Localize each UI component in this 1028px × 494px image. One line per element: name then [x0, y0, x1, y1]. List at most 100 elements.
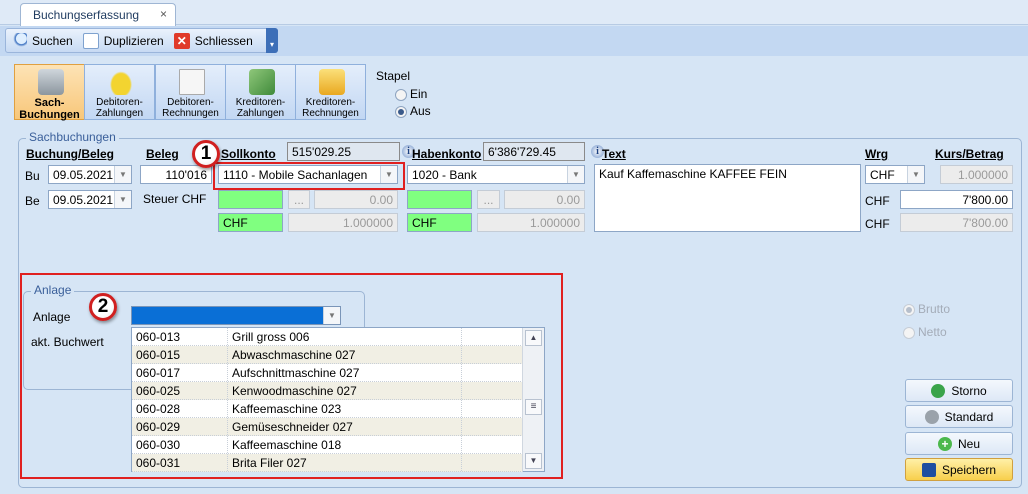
module-label: Buchungen: [19, 109, 80, 121]
radio-icon: [903, 326, 915, 339]
waehrung-value: CHF: [870, 168, 895, 182]
coins-icon: [108, 69, 134, 95]
radio-icon: [395, 105, 407, 118]
habenkonto-value: 1020 - Bank: [412, 168, 477, 182]
chevron-down-icon[interactable]: ▼: [567, 166, 584, 183]
module-label: Debitoren-: [96, 97, 143, 108]
close-tab-icon[interactable]: ×: [160, 7, 167, 21]
habenkonto-saldo: 6'386'729.45: [483, 142, 585, 161]
waehrung-combo[interactable]: CHF ▼: [865, 165, 925, 184]
module-debitoren-rechnungen[interactable]: Debitoren- Rechnungen: [155, 64, 226, 120]
soll-currency-field: CHF: [218, 213, 283, 232]
module-label: Kreditoren-: [235, 97, 286, 108]
undo-icon: [931, 383, 946, 398]
sachbuchungen-group-label: Sachbuchungen: [26, 130, 119, 144]
buchungstext-textarea[interactable]: Kauf Kaffemaschine KAFFEE FEIN: [594, 164, 861, 232]
stapel-aus-radio[interactable]: Aus: [395, 104, 431, 118]
radio-label: Ein: [410, 87, 428, 101]
search-label: Suchen: [32, 33, 73, 48]
header-habenkonto[interactable]: Habenkonto: [412, 147, 481, 161]
search-button[interactable]: Suchen: [11, 32, 73, 49]
soll-steuer-lookup-button[interactable]: ...: [288, 190, 310, 209]
duplicate-label: Duplizieren: [103, 33, 164, 48]
module-debitoren-zahlungen[interactable]: Debitoren- Zahlungen: [84, 64, 155, 120]
module-label: Rechnungen: [162, 108, 219, 119]
betrag-chf-field: 7'800.00: [900, 213, 1013, 232]
module-kreditoren-zahlungen[interactable]: Kreditoren- Zahlungen: [225, 64, 296, 120]
basket-icon: [319, 69, 345, 95]
highlight-box-1: [213, 162, 405, 190]
button-label: Standard: [944, 409, 994, 424]
betrag-field[interactable]: 7'800.00: [900, 190, 1013, 209]
betrag-chf-currency-label: CHF: [865, 217, 890, 231]
tab-label: Buchungserfassung: [33, 8, 140, 22]
date-value: 09.05.2021: [53, 193, 114, 207]
radio-icon: [395, 88, 407, 101]
chevron-down-icon[interactable]: ▼: [114, 191, 131, 208]
search-icon: [11, 32, 27, 49]
button-label: Storno: [951, 383, 987, 398]
header-beleg: Beleg: [146, 147, 179, 161]
copy-icon: [82, 32, 99, 49]
header-text: Text: [602, 147, 626, 161]
module-label: Rechnungen: [302, 108, 359, 119]
chevron-down-icon[interactable]: ▼: [907, 166, 924, 183]
brutto-radio: Brutto: [903, 302, 950, 316]
radio-label: Aus: [410, 104, 431, 118]
highlight-box-2: [20, 273, 563, 479]
soll-steuercode-field[interactable]: [218, 190, 283, 209]
chevron-down-icon[interactable]: ▼: [114, 166, 131, 183]
date-value: 09.05.2021: [53, 168, 114, 182]
tab-buchungserfassung[interactable]: Buchungserfassung ×: [20, 3, 176, 26]
habenkonto-combo[interactable]: 1020 - Bank ▼: [407, 165, 585, 184]
module-kreditoren-rechnungen[interactable]: Kreditoren- Rechnungen: [295, 64, 366, 120]
toolbar: Suchen Duplizieren ✕ Schliessen ▾: [5, 28, 278, 53]
toolbar-overflow-button[interactable]: ▾: [266, 28, 278, 53]
storno-button[interactable]: Storno: [905, 379, 1013, 402]
speichern-button[interactable]: Speichern: [905, 458, 1013, 481]
close-icon: ✕: [173, 32, 190, 49]
soll-steuer-field: 0.00: [314, 190, 398, 209]
netto-radio: Netto: [903, 325, 947, 339]
bu-label: Bu: [25, 169, 40, 183]
module-label: Zahlungen: [236, 108, 285, 119]
header-wrg: Wrg: [865, 147, 889, 161]
standard-button[interactable]: Standard: [905, 405, 1013, 428]
beleg-field[interactable]: 110'016: [140, 165, 212, 184]
module-label: Sach-: [34, 97, 65, 109]
buchungsdatum-field[interactable]: 09.05.2021 ▼: [48, 165, 132, 184]
sollkonto-saldo: 515'029.25: [287, 142, 400, 161]
close-label: Schliessen: [194, 33, 253, 48]
radio-icon: [903, 303, 915, 316]
module-sachbuchungen[interactable]: Sach- Buchungen: [14, 64, 85, 121]
haben-steuer-lookup-button[interactable]: ...: [477, 190, 500, 209]
header-buchung-beleg: Buchung/Beleg: [26, 147, 115, 161]
header-sollkonto[interactable]: Sollkonto: [221, 147, 276, 161]
button-label: Neu: [957, 436, 980, 451]
soll-rate-field: 1.000000: [288, 213, 398, 232]
betrag-currency-label: CHF: [865, 194, 890, 208]
stapel-ein-radio[interactable]: Ein: [395, 87, 427, 101]
duplicate-button[interactable]: Duplizieren: [82, 32, 164, 49]
belegdatum-field[interactable]: 09.05.2021 ▼: [48, 190, 132, 209]
stapel-label: Stapel: [376, 69, 411, 83]
be-label: Be: [25, 194, 40, 208]
haben-steuercode-field[interactable]: [407, 190, 472, 209]
neu-button[interactable]: + Neu: [905, 432, 1013, 455]
calculator-icon: [38, 69, 64, 95]
close-button[interactable]: ✕ Schliessen: [173, 32, 253, 49]
haben-steuer-field: 0.00: [504, 190, 585, 209]
haben-currency-field: CHF: [407, 213, 472, 232]
save-icon: [921, 462, 936, 477]
add-icon: +: [937, 436, 952, 451]
money-icon: [249, 69, 275, 95]
kurs-field: 1.000000: [940, 165, 1013, 184]
module-label: Zahlungen: [95, 108, 144, 119]
haben-rate-field: 1.000000: [477, 213, 585, 232]
module-label: Debitoren-: [167, 97, 214, 108]
header-kurs-betrag: Kurs/Betrag: [935, 147, 1004, 161]
button-label: Speichern: [941, 462, 997, 477]
steuer-label: Steuer CHF: [143, 192, 207, 206]
radio-label: Netto: [918, 325, 947, 339]
callout-1: 1: [192, 140, 220, 168]
